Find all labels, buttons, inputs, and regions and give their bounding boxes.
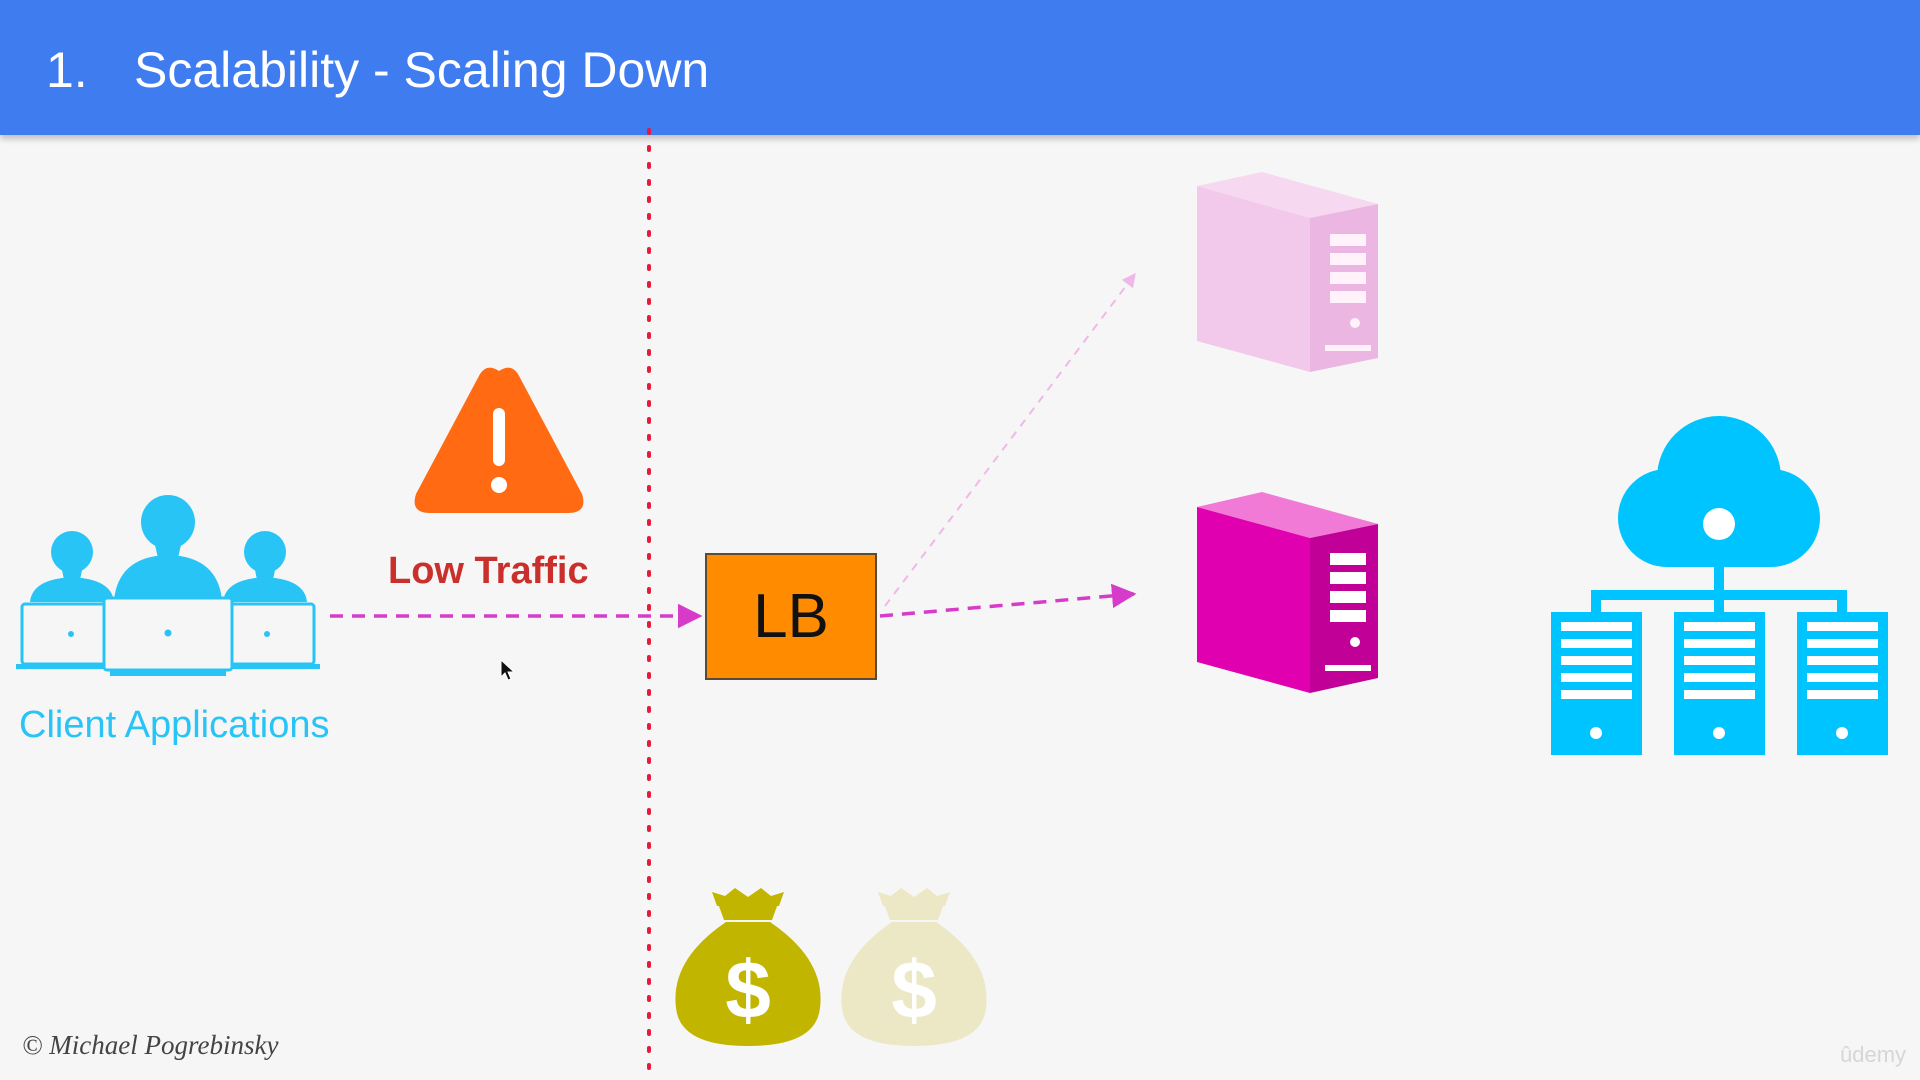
copyright-text: © Michael Pogrebinsky [22,1030,279,1060]
server-icon [1197,492,1378,693]
watermark-logo: ûdemy [1840,1042,1907,1067]
low-traffic-label: Low Traffic [388,550,589,592]
lb-to-server-arrow [879,583,1137,618]
diagram-graphics: $ $ [16,128,1888,1072]
money-bag-icon: $ [841,888,987,1046]
warning-icon [414,367,584,513]
diagram-stage: $ $ Client Applications Low Traffic LB ©… [0,0,1920,1080]
cloud-network-icon [1551,416,1888,755]
users-laptops-icon [16,495,320,676]
load-balancer-box: LB [705,553,877,680]
svg-text:$: $ [725,945,771,1036]
load-balancer-label: LB [753,582,829,651]
lb-to-removed-server-arrow [884,272,1136,607]
svg-text:$: $ [891,945,937,1036]
money-bag-icon: $ [675,888,821,1046]
mouse-cursor-icon [500,658,516,681]
server-icon [1197,172,1378,372]
client-applications-label: Client Applications [19,704,330,746]
